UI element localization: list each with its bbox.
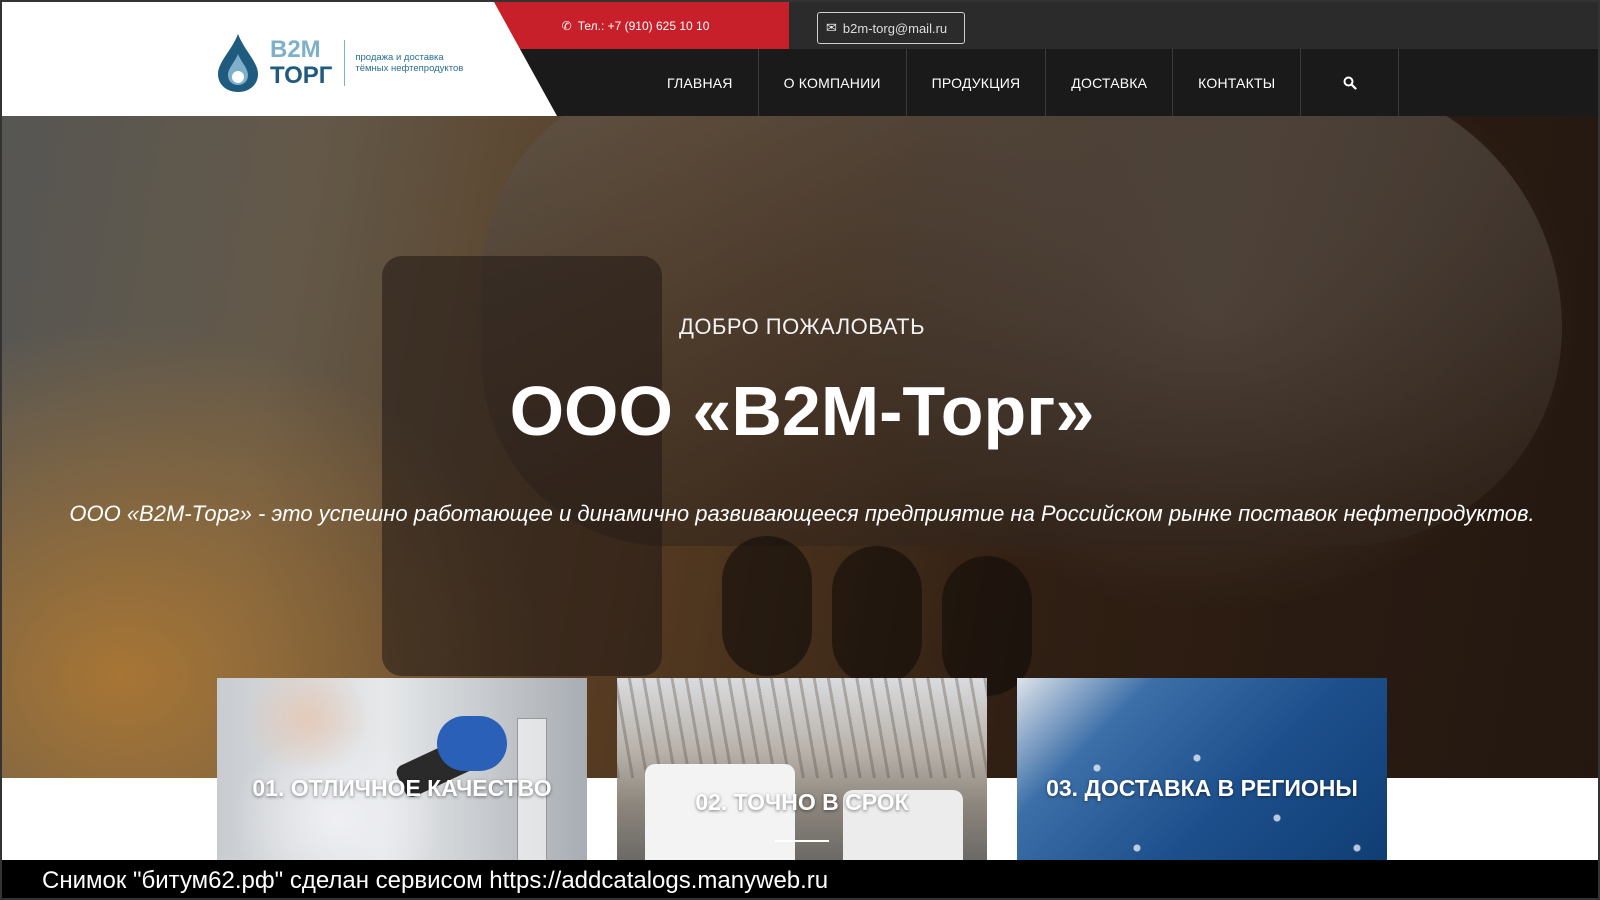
active-underline xyxy=(775,840,829,842)
nav-item-products[interactable]: ПРОДУКЦИЯ xyxy=(907,49,1047,116)
hero-description: ООО «B2M-Торг» - это успешно работающее … xyxy=(69,501,1535,526)
oil-drop-icon xyxy=(218,34,258,92)
logo-line-2: ТОРГ xyxy=(270,62,333,89)
hero-title: ООО «B2M-Торг» xyxy=(509,372,1095,450)
hero-subtitle: ДОБРО ПОЖАЛОВАТЬ xyxy=(678,314,926,339)
phone-number: Тел.: +7 (910) 625 10 10 xyxy=(577,18,710,33)
search-button[interactable] xyxy=(1301,49,1400,116)
feature-title-quality: 01. ОТЛИЧНОЕ КАЧЕСТВО xyxy=(252,775,552,801)
phone-icon: ✆ xyxy=(561,18,572,33)
phone-contact[interactable]: ✆ Тел.: +7 (910) 625 10 10 xyxy=(482,2,789,49)
nav-item-contacts[interactable]: КОНТАКТЫ xyxy=(1173,49,1302,116)
feature-title-on-time: 02. ТОЧНО В СРОК xyxy=(695,789,909,815)
feature-card-regions[interactable]: 03. ДОСТАВКА В РЕГИОНЫ xyxy=(1017,678,1387,860)
feature-title-regions: 03. ДОСТАВКА В РЕГИОНЫ xyxy=(1046,775,1358,801)
nav-item-home[interactable]: ГЛАВНАЯ xyxy=(642,49,759,116)
nav-item-about[interactable]: О КОМПАНИИ xyxy=(759,49,907,116)
trees-background xyxy=(617,678,987,778)
feature-card-on-time[interactable]: 02. ТОЧНО В СРОК xyxy=(617,678,987,860)
logo-line-1: B2M xyxy=(270,36,321,63)
site-logo[interactable]: B2M ТОРГ продажа и доставка тёмных нефте… xyxy=(214,32,465,94)
email-address: b2m-torg@mail.ru xyxy=(842,20,948,36)
logo-divider xyxy=(344,40,346,86)
logo-tagline: продажа и доставка тёмных нефтепродуктов xyxy=(355,52,464,74)
site-header: B2M ТОРГ продажа и доставка тёмных нефте… xyxy=(2,2,1598,116)
nav-item-delivery[interactable]: ДОСТАВКА xyxy=(1046,49,1174,116)
email-contact[interactable]: ✉ b2m-torg@mail.ru xyxy=(817,12,965,44)
screenshot-caption: Снимок "битум62.рф" сделан сервисом http… xyxy=(2,860,1598,898)
glove-shape xyxy=(437,716,507,771)
envelope-icon: ✉ xyxy=(826,20,837,35)
feature-card-quality[interactable]: 01. ОТЛИЧНОЕ КАЧЕСТВО xyxy=(217,678,587,860)
logo-wordmark: B2M ТОРГ xyxy=(270,37,332,89)
page-frame: B2M ТОРГ продажа и доставка тёмных нефте… xyxy=(0,0,1600,900)
main-nav: ГЛАВНАЯ О КОМПАНИИ ПРОДУКЦИЯ ДОСТАВКА КО… xyxy=(642,49,1400,116)
search-icon xyxy=(1343,76,1357,90)
